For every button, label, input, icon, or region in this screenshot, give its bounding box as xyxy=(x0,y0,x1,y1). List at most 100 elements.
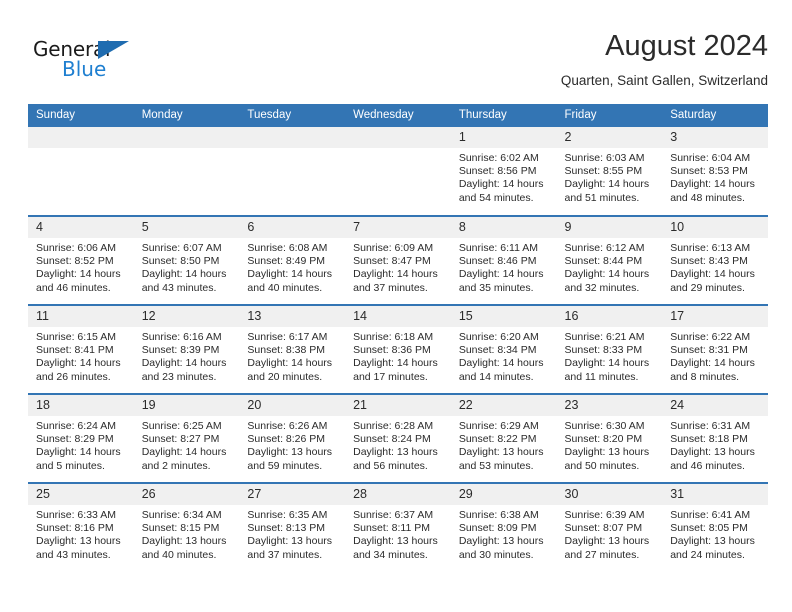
day-details: Sunrise: 6:28 AM Sunset: 8:24 PM Daylight:… xyxy=(345,416,451,473)
day-details: Sunrise: 6:29 AM Sunset: 8:22 PM Daylight:… xyxy=(451,416,557,473)
daylight-text-line2: and 17 minutes. xyxy=(353,370,428,383)
sunset-text: Sunset: 8:29 PM xyxy=(36,433,114,446)
day-details: Sunrise: 6:13 AM Sunset: 8:43 PM Daylight:… xyxy=(662,238,768,295)
daylight-text-line1: Daylight: 14 hours xyxy=(141,446,227,459)
daylight-text-line2: and 50 minutes. xyxy=(564,459,640,472)
day-cell-4: 4 Sunrise: 6:06 AM Sunset: 8:52 PM Daylight… xyxy=(28,217,134,304)
calendar-day-cell[interactable]: 21 Sunrise: 6:28 AM Sunset: 8:24 PM Dayligh… xyxy=(345,393,451,483)
day-cell-17: 17 Sunrise: 6:22 AM Sunset: 8:31 PM Dayligh… xyxy=(662,306,768,393)
calendar-day-cell[interactable]: 9 Sunrise: 6:12 AM Sunset: 8:44 PM Daylight… xyxy=(556,215,663,305)
sunrise-text: Sunrise: 6:07 AM xyxy=(141,242,222,254)
calendar-header-row: Sunday Monday Tuesday Wednesday Thursday… xyxy=(28,104,768,127)
daylight-text-line2: and 48 minutes. xyxy=(670,191,745,204)
day-cell-12: 12 Sunrise: 6:16 AM Sunset: 8:39 PM Dayligh… xyxy=(133,306,240,393)
calendar-day-cell[interactable]: 16 Sunrise: 6:21 AM Sunset: 8:33 PM Dayligh… xyxy=(556,304,663,394)
calendar-day-cell[interactable]: 23 Sunrise: 6:30 AM Sunset: 8:20 PM Dayligh… xyxy=(556,393,663,483)
calendar-day-cell[interactable]: 8 Sunrise: 6:11 AM Sunset: 8:46 PM Daylight… xyxy=(450,215,557,305)
day-details: Sunrise: 6:16 AM Sunset: 8:39 PM Daylight:… xyxy=(134,327,240,384)
day-number: 14 xyxy=(345,306,451,327)
day-details: Sunrise: 6:08 AM Sunset: 8:49 PM Daylight:… xyxy=(239,238,345,295)
calendar-day-cell[interactable]: 13 Sunrise: 6:17 AM Sunset: 8:38 PM Dayligh… xyxy=(239,304,346,394)
daylight-text-line1: Daylight: 13 hours xyxy=(353,535,438,548)
day-details: Sunrise: 6:18 AM Sunset: 8:36 PM Daylight:… xyxy=(345,327,451,384)
daylight-text-line1: Daylight: 14 hours xyxy=(247,268,333,281)
sunset-text: Sunset: 8:11 PM xyxy=(353,522,430,535)
calendar-day-cell[interactable]: 22 Sunrise: 6:29 AM Sunset: 8:22 PM Dayligh… xyxy=(450,393,557,483)
calendar-day-cell[interactable]: 10 Sunrise: 6:13 AM Sunset: 8:43 PM Dayligh… xyxy=(662,215,768,305)
day-number: 16 xyxy=(556,306,663,327)
sunrise-text: Sunrise: 6:30 AM xyxy=(564,420,645,432)
calendar-day-cell[interactable]: 17 Sunrise: 6:22 AM Sunset: 8:31 PM Dayligh… xyxy=(662,304,768,394)
calendar-day-cell[interactable]: 7 Sunrise: 6:09 AM Sunset: 8:47 PM Daylight… xyxy=(345,215,451,305)
day-cell-27: 27 Sunrise: 6:35 AM Sunset: 8:13 PM Dayligh… xyxy=(239,484,346,572)
sunrise-text: Sunrise: 6:06 AM xyxy=(36,242,116,254)
calendar-day-cell[interactable]: 3 Sunrise: 6:04 AM Sunset: 8:53 PM Daylight… xyxy=(662,127,768,216)
daylight-text-line1: Daylight: 14 hours xyxy=(36,357,121,370)
calendar-day-cell[interactable]: 15 Sunrise: 6:20 AM Sunset: 8:34 PM Dayligh… xyxy=(450,304,557,394)
sunset-text: Sunset: 8:05 PM xyxy=(670,522,748,535)
day-number: 27 xyxy=(239,484,346,505)
daylight-text-line1: Daylight: 14 hours xyxy=(564,357,650,370)
calendar-day-cell[interactable]: 25 Sunrise: 6:33 AM Sunset: 8:16 PM Dayligh… xyxy=(28,482,134,572)
calendar-day-cell[interactable] xyxy=(28,127,134,216)
calendar-day-cell[interactable]: 14 Sunrise: 6:18 AM Sunset: 8:36 PM Dayligh… xyxy=(345,304,451,394)
calendar-day-cell[interactable]: 27 Sunrise: 6:35 AM Sunset: 8:13 PM Dayligh… xyxy=(239,482,346,572)
day-number: 17 xyxy=(662,306,768,327)
daylight-text-line2: and 11 minutes. xyxy=(564,370,639,383)
sunrise-text: Sunrise: 6:39 AM xyxy=(564,509,645,521)
calendar-day-cell[interactable]: 29 Sunrise: 6:38 AM Sunset: 8:09 PM Dayligh… xyxy=(450,482,557,572)
sunset-text: Sunset: 8:16 PM xyxy=(36,522,114,535)
calendar-day-cell[interactable]: 20 Sunrise: 6:26 AM Sunset: 8:26 PM Dayligh… xyxy=(239,393,346,483)
sunrise-text: Sunrise: 6:17 AM xyxy=(247,331,328,343)
daylight-text-line2: and 59 minutes. xyxy=(247,459,323,472)
calendar-day-cell[interactable]: 6 Sunrise: 6:08 AM Sunset: 8:49 PM Daylight… xyxy=(239,215,346,305)
day-number: 11 xyxy=(28,306,134,327)
calendar-body: 1 Sunrise: 6:02 AM Sunset: 8:56 PM Daylight… xyxy=(28,127,768,572)
calendar-day-cell[interactable]: 28 Sunrise: 6:37 AM Sunset: 8:11 PM Dayligh… xyxy=(345,482,451,572)
calendar-day-cell[interactable] xyxy=(133,127,240,216)
calendar-day-cell[interactable]: 4 Sunrise: 6:06 AM Sunset: 8:52 PM Daylight… xyxy=(28,215,134,305)
day-cell-5: 5 Sunrise: 6:07 AM Sunset: 8:50 PM Daylight… xyxy=(133,217,240,304)
daylight-text-line2: and 46 minutes. xyxy=(670,459,745,472)
calendar-day-cell[interactable] xyxy=(345,127,451,216)
daylight-text-line2: and 46 minutes. xyxy=(36,281,111,294)
calendar-day-cell[interactable]: 30 Sunrise: 6:39 AM Sunset: 8:07 PM Dayligh… xyxy=(556,482,663,572)
daylight-text-line2: and 37 minutes. xyxy=(353,281,428,294)
calendar-day-cell[interactable]: 12 Sunrise: 6:16 AM Sunset: 8:39 PM Dayligh… xyxy=(133,304,240,394)
sunrise-text: Sunrise: 6:28 AM xyxy=(353,420,434,432)
day-cell-23: 23 Sunrise: 6:30 AM Sunset: 8:20 PM Dayligh… xyxy=(556,395,663,482)
calendar-day-cell[interactable]: 2 Sunrise: 6:03 AM Sunset: 8:55 PM Daylight… xyxy=(556,127,663,216)
sunset-text: Sunset: 8:09 PM xyxy=(458,522,537,535)
calendar-day-cell[interactable]: 18 Sunrise: 6:24 AM Sunset: 8:29 PM Dayligh… xyxy=(28,393,134,483)
calendar-day-cell[interactable]: 26 Sunrise: 6:34 AM Sunset: 8:15 PM Dayligh… xyxy=(133,482,240,572)
sunset-text: Sunset: 8:15 PM xyxy=(141,522,220,535)
weekday-header-wednesday: Wednesday xyxy=(345,104,451,127)
daylight-text-line2: and 24 minutes. xyxy=(670,548,745,561)
sunset-text: Sunset: 8:46 PM xyxy=(458,255,537,268)
sunset-text: Sunset: 8:31 PM xyxy=(670,344,748,357)
sunrise-text: Sunrise: 6:09 AM xyxy=(353,242,434,254)
day-number xyxy=(133,127,240,148)
sunrise-text: Sunrise: 6:33 AM xyxy=(36,509,116,521)
calendar-week-row: 11 Sunrise: 6:15 AM Sunset: 8:41 PM Dayligh… xyxy=(28,304,768,394)
sunrise-text: Sunrise: 6:21 AM xyxy=(564,331,645,343)
sunrise-text: Sunrise: 6:37 AM xyxy=(353,509,434,521)
calendar-day-cell[interactable] xyxy=(239,127,346,216)
day-details: Sunrise: 6:25 AM Sunset: 8:27 PM Daylight:… xyxy=(134,416,240,473)
general-blue-logo[interactable]: General Blue xyxy=(33,38,153,84)
calendar-day-cell[interactable]: 11 Sunrise: 6:15 AM Sunset: 8:41 PM Dayligh… xyxy=(28,304,134,394)
day-details: Sunrise: 6:33 AM Sunset: 8:16 PM Daylight:… xyxy=(28,505,134,562)
calendar-day-cell[interactable]: 19 Sunrise: 6:25 AM Sunset: 8:27 PM Dayligh… xyxy=(133,393,240,483)
day-details: Sunrise: 6:30 AM Sunset: 8:20 PM Daylight:… xyxy=(557,416,663,473)
daylight-text-line2: and 43 minutes. xyxy=(141,281,217,294)
calendar-day-cell[interactable]: 24 Sunrise: 6:31 AM Sunset: 8:18 PM Dayligh… xyxy=(662,393,768,483)
day-number: 4 xyxy=(28,217,134,238)
day-cell-28: 28 Sunrise: 6:37 AM Sunset: 8:11 PM Dayligh… xyxy=(345,484,451,572)
sunset-text: Sunset: 8:56 PM xyxy=(458,165,537,178)
daylight-text-line1: Daylight: 13 hours xyxy=(141,535,227,548)
calendar-day-cell[interactable]: 1 Sunrise: 6:02 AM Sunset: 8:56 PM Daylight… xyxy=(450,127,557,216)
calendar-day-cell[interactable]: 5 Sunrise: 6:07 AM Sunset: 8:50 PM Daylight… xyxy=(133,215,240,305)
calendar-day-cell[interactable]: 31 Sunrise: 6:41 AM Sunset: 8:05 PM Dayligh… xyxy=(662,482,768,572)
sunset-text: Sunset: 8:49 PM xyxy=(247,255,326,268)
daylight-text-line1: Daylight: 14 hours xyxy=(458,178,544,191)
